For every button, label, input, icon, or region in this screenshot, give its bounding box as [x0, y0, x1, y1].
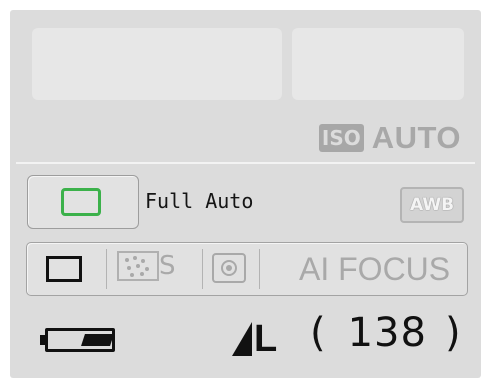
separator	[202, 249, 203, 289]
large-fine-icon	[232, 322, 252, 356]
shooting-mode-button[interactable]	[27, 175, 139, 229]
battery-level-fill	[81, 334, 114, 346]
settings-bar: S AI FOCUS	[26, 242, 468, 296]
iso-setting[interactable]: ISO AUTO	[318, 120, 461, 156]
battery-icon	[40, 328, 116, 352]
divider	[16, 162, 475, 164]
shots-count: 138	[347, 310, 427, 356]
iso-icon: ISO	[318, 124, 364, 152]
white-balance-awb-icon[interactable]: AWB	[400, 187, 464, 223]
shots-open-paren: (	[310, 310, 326, 356]
scene-intelligent-auto-icon	[61, 188, 101, 216]
iso-value: AUTO	[371, 120, 461, 155]
picture-style-setting[interactable]: S	[117, 251, 176, 281]
image-quality-setting[interactable]: L	[232, 315, 277, 363]
separator	[106, 249, 107, 289]
picture-style-label: S	[159, 251, 176, 281]
evaluative-metering-icon[interactable]	[212, 253, 246, 283]
remaining-shots: ( 138 )	[310, 310, 461, 356]
separator	[259, 249, 260, 289]
af-mode-label[interactable]: AI FOCUS	[299, 251, 450, 288]
shooting-mode-label: Full Auto	[145, 189, 254, 213]
shots-close-paren: )	[444, 310, 461, 356]
image-size-label: L	[254, 317, 278, 360]
camera-lcd-screen: ISO AUTO Full Auto AWB S AI FOCUS L (13…	[10, 10, 481, 378]
metering-dot	[226, 265, 232, 271]
single-shot-icon[interactable]	[46, 256, 82, 282]
empty-panel-right	[292, 28, 464, 100]
empty-panel-left	[32, 28, 282, 100]
picture-style-standard-icon	[117, 251, 159, 281]
